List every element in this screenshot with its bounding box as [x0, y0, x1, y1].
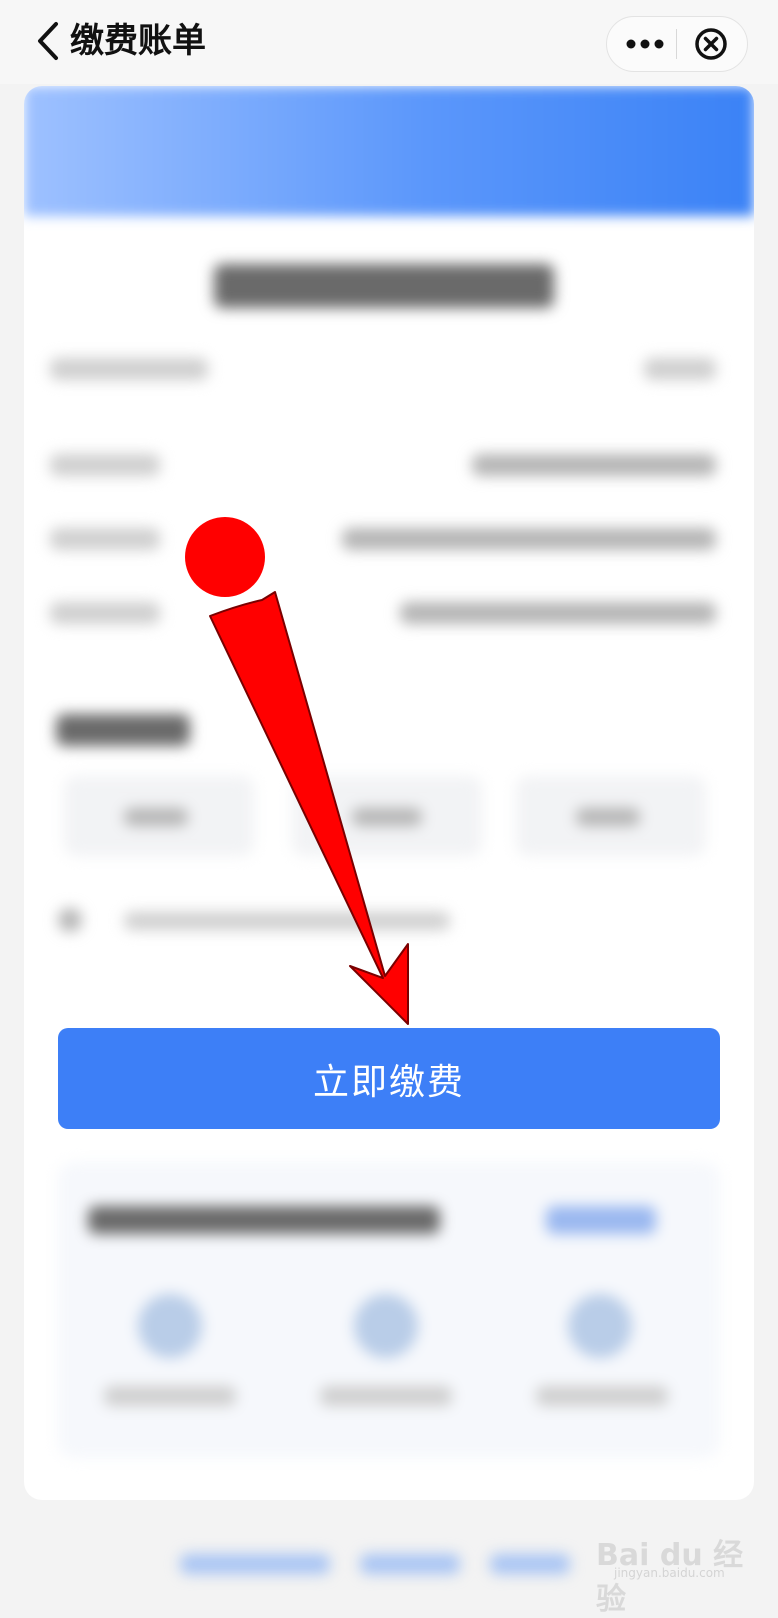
watermark-url: jingyan.baidu.com: [614, 1566, 725, 1580]
annotation-arrow-icon: [185, 517, 409, 1025]
baidu-jingyan-watermark: Bai du 经验 jingyan.baidu.com: [594, 1510, 770, 1617]
